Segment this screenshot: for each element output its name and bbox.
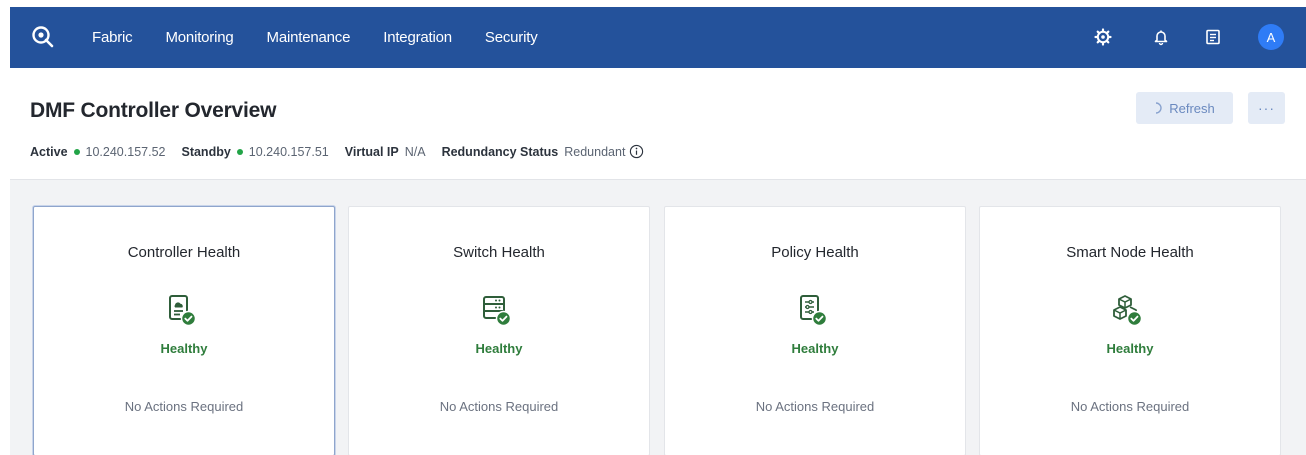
nav-security[interactable]: Security — [485, 29, 538, 46]
controller-health-card[interactable]: Controller Health Healthy No Actions Req… — [33, 206, 335, 455]
active-status-dot — [73, 148, 80, 155]
main-nav: Fabric Monitoring Maintenance Integratio… — [92, 7, 571, 68]
switch-health-card[interactable]: Switch Health Healthy No Actions Require… — [348, 206, 650, 455]
smart-node-health-card[interactable]: Smart Node Health Healthy No Actions Req… — [979, 206, 1281, 455]
active-ip: 10.240.157.52 — [85, 144, 166, 159]
page-title: DMF Controller Overview — [30, 99, 277, 122]
controller-icon — [169, 295, 197, 327]
top-navbar: Fabric Monitoring Maintenance Integratio… — [10, 7, 1306, 68]
health-status: Healthy — [475, 341, 523, 356]
action-text: No Actions Required — [755, 399, 875, 414]
policy-health-card[interactable]: Policy Health Healthy No Actions Require… — [664, 206, 966, 455]
card-title: Controller Health — [127, 244, 241, 261]
standby-status-dot — [236, 148, 243, 155]
redundancy-status-value: Redundant — [564, 144, 626, 159]
nav-fabric[interactable]: Fabric — [92, 29, 133, 46]
standby-label: Standby — [181, 144, 231, 159]
nav-integration[interactable]: Integration — [383, 29, 452, 46]
user-avatar[interactable]: A — [1258, 24, 1284, 50]
action-text: No Actions Required — [124, 399, 244, 414]
health-status: Healthy — [160, 341, 208, 356]
nav-maintenance[interactable]: Maintenance — [267, 29, 351, 46]
bell-icon[interactable] — [1151, 27, 1171, 47]
smart-node-icon — [1113, 295, 1143, 327]
action-text: No Actions Required — [1070, 399, 1190, 414]
logo-icon[interactable] — [31, 25, 55, 49]
tasks-icon[interactable] — [1203, 27, 1223, 47]
info-icon[interactable] — [629, 144, 644, 159]
health-status: Healthy — [1106, 341, 1154, 356]
action-text: No Actions Required — [439, 399, 559, 414]
refresh-label: Refresh — [1169, 100, 1215, 116]
virtual-ip-value: N/A — [404, 144, 426, 159]
refresh-spinner-icon — [1156, 102, 1162, 114]
redundancy-status-label: Redundancy Status — [441, 144, 559, 159]
virtual-ip-label: Virtual IP — [344, 144, 399, 159]
card-title: Policy Health — [771, 244, 859, 261]
app-frame: Fabric Monitoring Maintenance Integratio… — [10, 7, 1306, 455]
standby-ip: 10.240.157.51 — [248, 144, 329, 159]
controller-status-line: Active 10.240.157.52 Standby 10.240.157.… — [30, 144, 644, 159]
page-header: DMF Controller Overview Active 10.240.15… — [10, 68, 1306, 180]
settings-icon[interactable] — [1093, 27, 1113, 47]
refresh-button[interactable]: Refresh — [1136, 92, 1233, 124]
policy-icon — [800, 295, 828, 327]
card-title: Switch Health — [453, 244, 545, 261]
health-status: Healthy — [791, 341, 839, 356]
card-title: Smart Node Health — [1066, 244, 1194, 261]
switch-icon — [483, 296, 512, 327]
nav-monitoring[interactable]: Monitoring — [165, 29, 233, 46]
active-label: Active — [30, 144, 68, 159]
more-options-button[interactable]: ··· — [1248, 92, 1285, 124]
